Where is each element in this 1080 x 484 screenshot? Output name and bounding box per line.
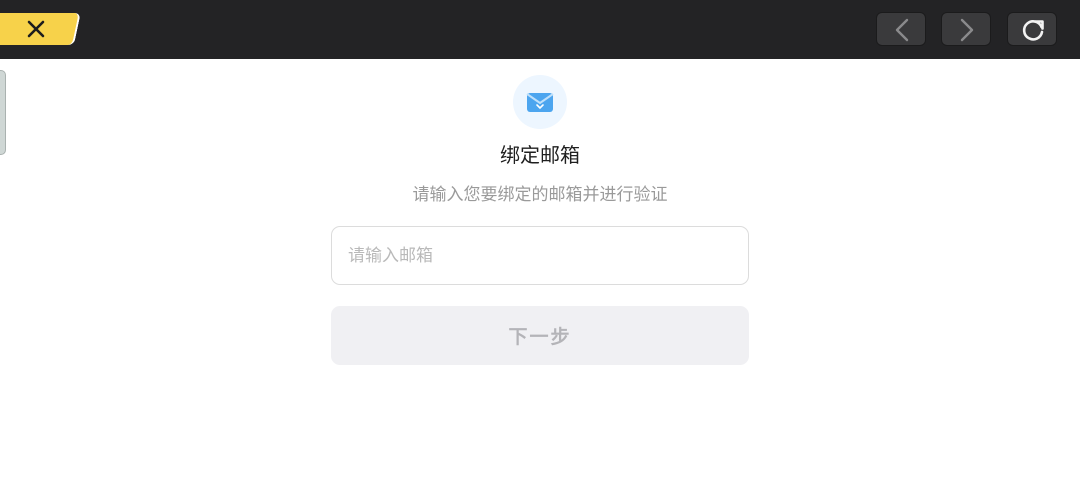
mail-icon (526, 93, 554, 112)
back-button[interactable] (876, 12, 926, 46)
top-toolbar (0, 0, 1080, 59)
page-title: 绑定邮箱 (500, 143, 580, 167)
chevron-right-icon (960, 18, 974, 42)
chevron-left-icon (895, 18, 909, 42)
close-icon[interactable] (26, 17, 46, 41)
forward-button[interactable] (941, 12, 991, 46)
email-field[interactable] (331, 226, 749, 285)
next-step-button[interactable]: 下一步 (331, 306, 749, 365)
refresh-icon (1022, 20, 1044, 41)
refresh-button[interactable] (1007, 12, 1057, 46)
mail-icon-badge (513, 75, 567, 129)
page-subtitle: 请输入您要绑定的邮箱并进行验证 (412, 185, 668, 205)
